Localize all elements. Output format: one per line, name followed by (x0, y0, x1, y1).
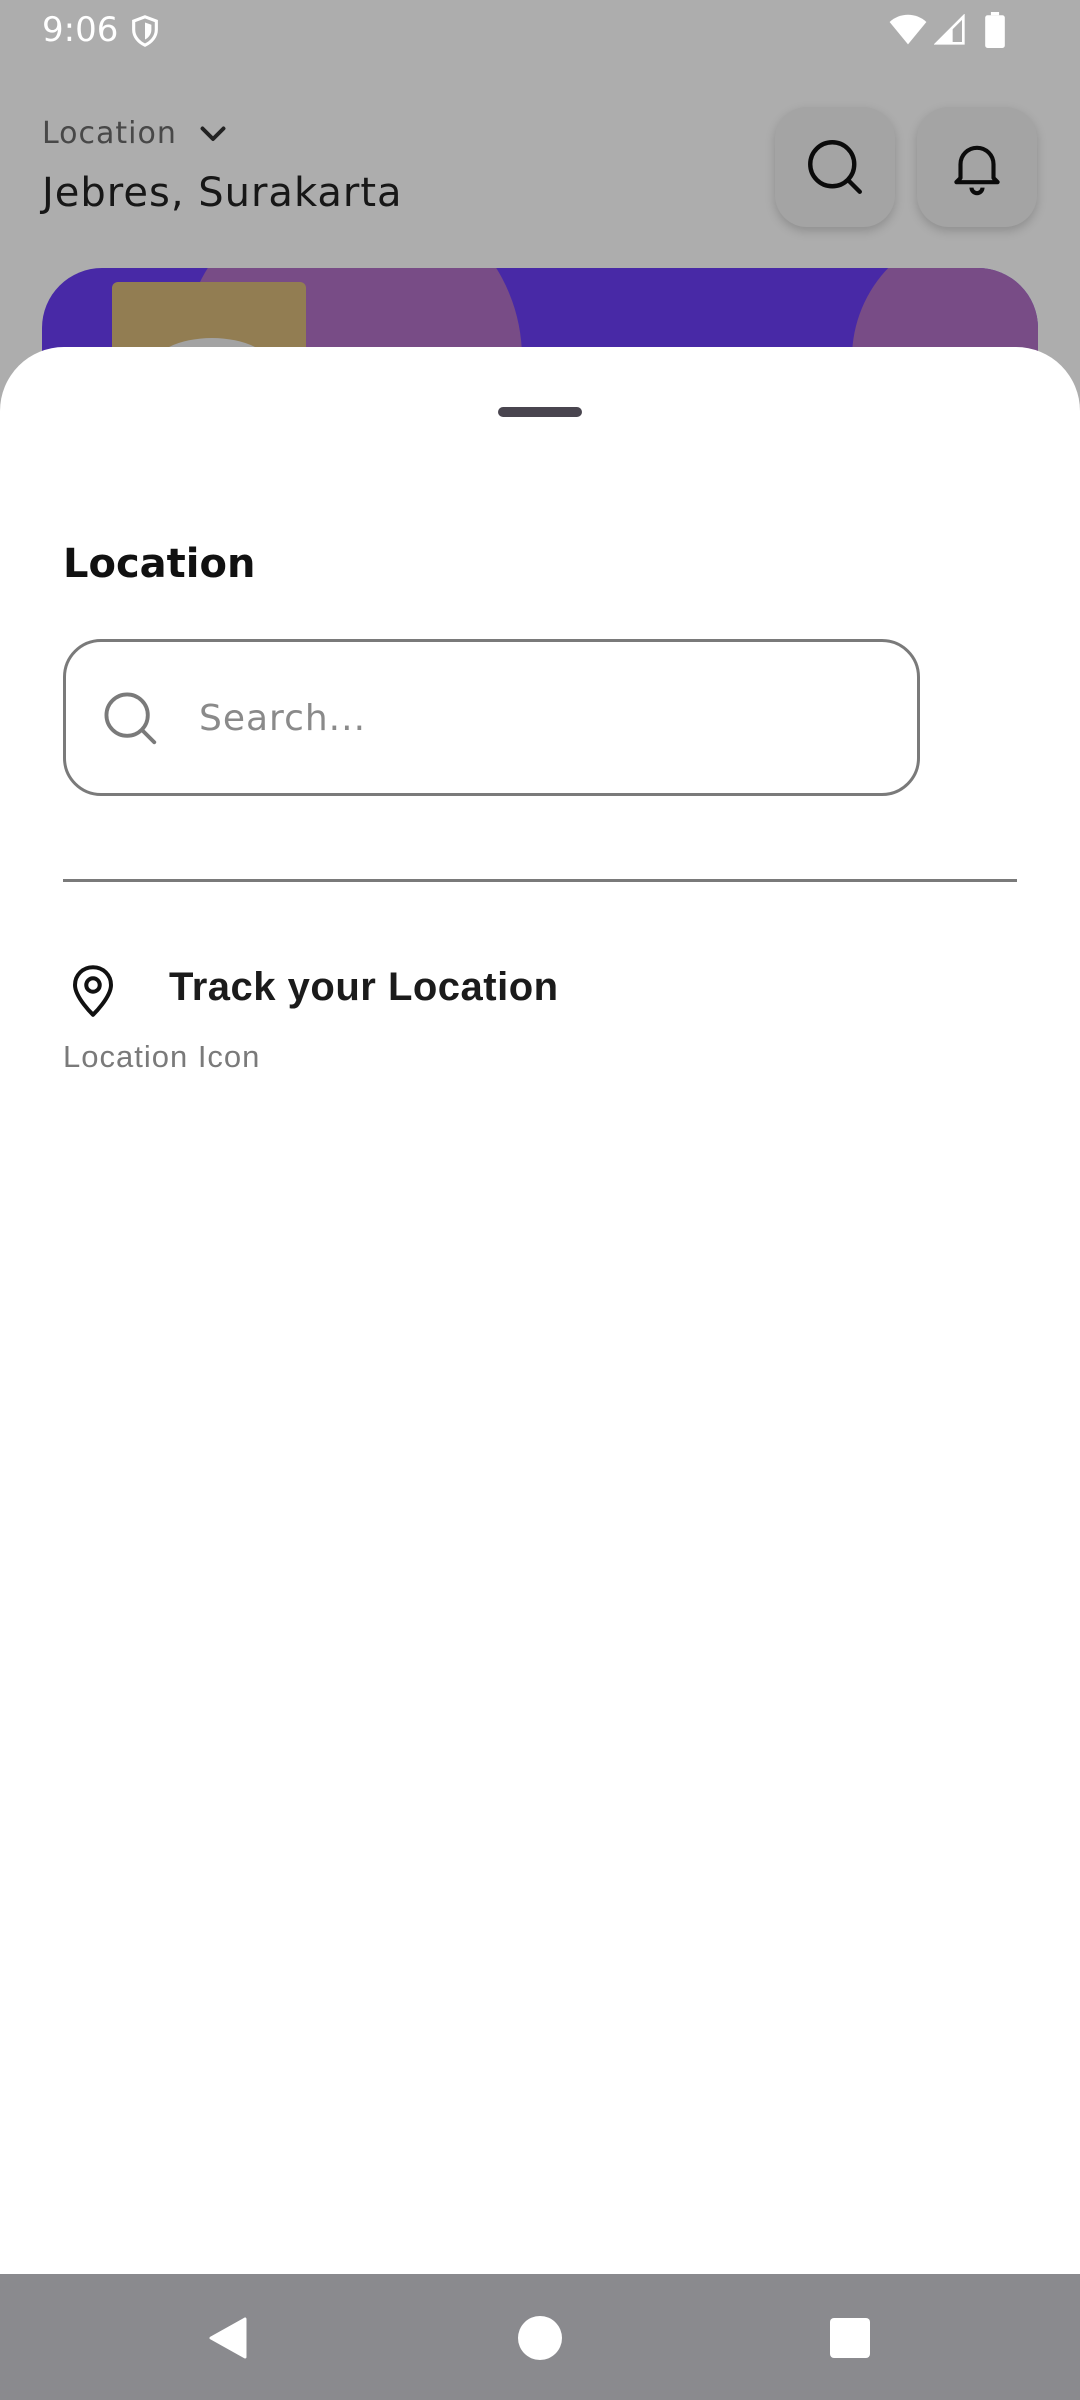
search-icon (104, 692, 157, 745)
status-time: 9:06 (42, 10, 119, 50)
battery-icon (985, 12, 1005, 48)
location-bottom-sheet: Location Track your Location Location Ic… (0, 347, 1080, 2274)
home-icon[interactable] (516, 2314, 564, 2362)
shield-icon (132, 15, 158, 47)
wifi-icon (889, 14, 927, 45)
sheet-title: Location (63, 541, 256, 587)
track-location-title: Track your Location (169, 965, 559, 1009)
back-icon[interactable] (205, 2314, 253, 2362)
search-input[interactable] (199, 682, 879, 754)
search-field[interactable] (63, 639, 920, 796)
status-bar: 9:06 (0, 0, 1080, 62)
track-location-option[interactable]: Track your Location Location Icon (63, 961, 763, 1074)
drag-handle[interactable] (498, 407, 582, 417)
location-pin-icon (73, 965, 113, 1017)
recents-icon[interactable] (826, 2314, 874, 2362)
signal-icon (934, 14, 965, 45)
divider (63, 879, 1017, 882)
track-location-subtitle: Location Icon (63, 1039, 261, 1074)
system-navigation-bar (0, 2274, 1080, 2400)
